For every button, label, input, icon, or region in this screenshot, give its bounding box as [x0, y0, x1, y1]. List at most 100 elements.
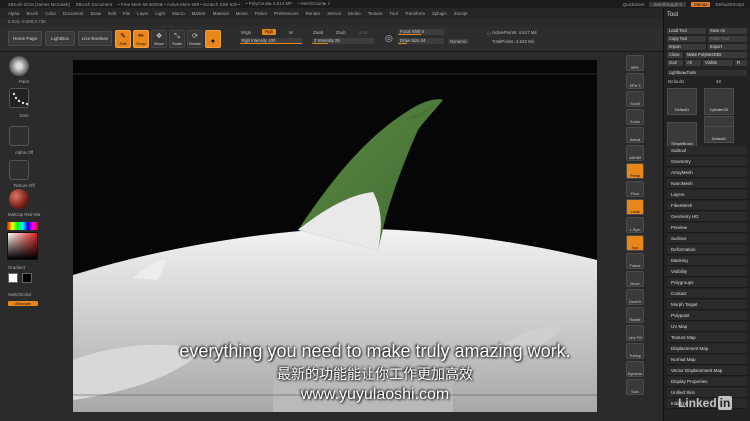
tool-thumb-default[interactable]: Default1: [667, 88, 697, 115]
subpalette-subtool[interactable]: Subtool: [667, 146, 747, 156]
goz-visible-button[interactable]: Visible: [703, 60, 733, 66]
rgb-toggle[interactable]: Rgb: [262, 29, 277, 35]
bpr-button[interactable]: BPR: [626, 55, 644, 71]
tool-thumb-default-2[interactable]: Default1: [704, 126, 734, 143]
zadd-toggle[interactable]: Zadd: [313, 30, 323, 35]
zoom3d-button[interactable]: ZoomD: [626, 289, 644, 305]
menu-texture[interactable]: Texture: [368, 11, 383, 16]
default-zscript-button[interactable]: DefaultZScript: [715, 2, 744, 7]
stroke-selector[interactable]: [9, 88, 29, 108]
local-button[interactable]: Local: [626, 199, 644, 215]
menu-render[interactable]: Render: [305, 11, 320, 16]
aahalf-button[interactable]: AAHalf: [626, 145, 644, 161]
actual-button[interactable]: Actual: [626, 127, 644, 143]
menu-transform[interactable]: Transform: [405, 11, 425, 16]
subpalette-preview[interactable]: Preview: [667, 223, 747, 233]
scroll-button[interactable]: Scroll: [626, 91, 644, 107]
focal-shift-slider[interactable]: Focal Shift 0: [398, 29, 444, 35]
lsym-button[interactable]: L.Sym: [626, 217, 644, 233]
subpalette-nanomesh[interactable]: NanoMesh: [667, 179, 747, 189]
live-boolean-button[interactable]: Live Boolean: [78, 31, 112, 46]
frame-button[interactable]: Frame: [626, 253, 644, 269]
menu-edit[interactable]: Edit: [108, 11, 116, 16]
material-swatch-button[interactable]: ●: [205, 30, 221, 48]
brush-selector[interactable]: [9, 56, 29, 76]
home-page-button[interactable]: Home Page: [8, 31, 42, 46]
export-button[interactable]: Export: [708, 44, 747, 50]
move-button[interactable]: ✥ Move: [151, 30, 167, 48]
menu-layer[interactable]: Layer: [137, 11, 148, 16]
hue-strip[interactable]: [7, 222, 38, 230]
tool-thumb-simplebrush[interactable]: SimpleBrush: [667, 122, 697, 149]
load-tool-button[interactable]: Load Tool: [667, 28, 706, 34]
edit-button[interactable]: ✎ Edit: [115, 30, 131, 48]
zsub-toggle[interactable]: Zsub: [336, 30, 346, 35]
material-selector[interactable]: [9, 189, 29, 209]
mrgb-toggle[interactable]: Mrgb: [241, 30, 251, 35]
lightbox-button[interactable]: LightBox: [45, 31, 75, 46]
subpalette-uv-map[interactable]: UV Map: [667, 322, 747, 332]
menu-zscript[interactable]: Zscript: [454, 11, 468, 16]
subpalette-masking[interactable]: Masking: [667, 256, 747, 266]
subpalette-geometry-hd[interactable]: Geometry HD: [667, 212, 747, 222]
persp-button[interactable]: Persp: [626, 163, 644, 179]
tool-thumb-cylinder3d[interactable]: Cylinder3D: [704, 88, 734, 115]
menu-zplugin[interactable]: Zplugin: [432, 11, 447, 16]
dynamic-toggle[interactable]: Dynamic: [448, 39, 470, 44]
save-as-button[interactable]: Save As: [708, 28, 747, 34]
main-color-swatch[interactable]: [8, 273, 18, 283]
texture-selector[interactable]: [9, 160, 29, 180]
subpalette-fibermesh[interactable]: FiberMesh: [667, 201, 747, 211]
alpha-selector[interactable]: [9, 126, 29, 146]
m-toggle[interactable]: M: [289, 30, 293, 35]
menu-marker[interactable]: Marker: [192, 11, 206, 16]
rotate-view-button[interactable]: Rotate: [626, 307, 644, 323]
rotate-button[interactable]: ⟳ Rotate: [187, 30, 203, 48]
spix-button[interactable]: SPix 3: [626, 73, 644, 89]
switch-color-button[interactable]: SwitchColor: [0, 292, 48, 297]
subpalette-polypaint[interactable]: Polypaint: [667, 311, 747, 321]
copy-tool-button[interactable]: Copy Tool: [667, 36, 706, 42]
draw-button[interactable]: ✏ Draw: [133, 30, 149, 48]
rgb-intensity-slider[interactable]: Rgb Intensity 100: [240, 38, 302, 44]
menu-stroke[interactable]: Stroke: [348, 11, 361, 16]
menu-macro[interactable]: Macro: [172, 11, 185, 16]
menu-document[interactable]: Document: [63, 11, 84, 16]
subpalette-visibility[interactable]: Visibility: [667, 267, 747, 277]
make-polymesh-button[interactable]: Make PolyMesh3D: [685, 52, 747, 58]
import-button[interactable]: Import: [667, 44, 706, 50]
subpalette-layers[interactable]: Layers: [667, 190, 747, 200]
subpalette-deformation[interactable]: Deformation: [667, 245, 747, 255]
menu-light[interactable]: Light: [155, 11, 165, 16]
menu-stencil[interactable]: Stencil: [327, 11, 341, 16]
see-through-slider[interactable]: See-through 0: [649, 1, 686, 7]
move-view-button[interactable]: Move: [626, 271, 644, 287]
r-button[interactable]: R: [735, 60, 747, 66]
subpalette-surface[interactable]: Surface: [667, 234, 747, 244]
goz-button[interactable]: GoZ: [667, 60, 683, 66]
menu-material[interactable]: Material: [213, 11, 229, 16]
menu-alpha[interactable]: Alpha: [8, 11, 20, 16]
alternate-button[interactable]: Alternate: [8, 301, 38, 306]
subpalette-polygroups[interactable]: Polygroups: [667, 278, 747, 288]
quicksave-button[interactable]: QuickSave: [623, 2, 645, 7]
xyz-button[interactable]: Xyz: [626, 235, 644, 251]
paste-tool-button[interactable]: Paste Tool: [708, 36, 747, 42]
subpalette-arraymesh[interactable]: ArrayMesh: [667, 168, 747, 178]
zoom-button[interactable]: Zoom: [626, 109, 644, 125]
secondary-color-swatch[interactable]: [22, 273, 32, 283]
color-picker[interactable]: [7, 232, 38, 260]
subpalette-geometry[interactable]: Geometry: [667, 157, 747, 167]
menu-tool[interactable]: Tool: [390, 11, 398, 16]
subpalette-morph-target[interactable]: Morph Target: [667, 300, 747, 310]
menu-brush[interactable]: Brush: [27, 11, 39, 16]
zcut-toggle[interactable]: Zcut: [359, 30, 368, 35]
z-intensity-slider[interactable]: Z Intensity 25: [312, 38, 374, 44]
menu-draw[interactable]: Draw: [91, 11, 102, 16]
draw-size-slider[interactable]: Draw Size 24: [398, 38, 444, 44]
menus-button[interactable]: Menus: [690, 1, 711, 7]
floor-button[interactable]: Floor: [626, 181, 644, 197]
menu-picker[interactable]: Picker: [255, 11, 268, 16]
menu-movie[interactable]: Movie: [236, 11, 248, 16]
goz-all-button[interactable]: All: [685, 60, 701, 66]
